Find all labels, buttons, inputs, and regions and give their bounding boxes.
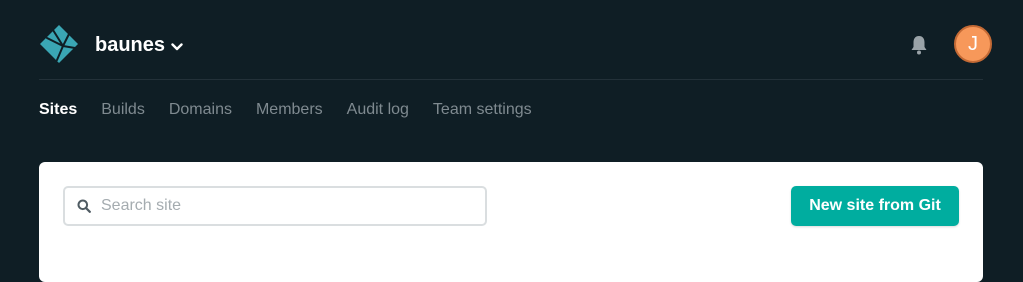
search-input[interactable] [99,196,463,216]
tab-sites[interactable]: Sites [39,101,77,119]
netlify-logo-icon[interactable] [39,24,79,64]
search-icon [77,199,91,213]
avatar[interactable]: J [954,25,992,63]
search-box [63,186,487,226]
sites-card: New site from Git [39,162,983,282]
team-switcher[interactable]: baunes [95,32,183,58]
tab-audit-log[interactable]: Audit log [347,101,409,119]
top-bar: baunes J [0,0,1023,80]
team-nav: Sites Builds Domains Members Audit log T… [39,101,532,119]
tab-team-settings[interactable]: Team settings [433,101,532,119]
tab-members[interactable]: Members [256,101,323,119]
tab-domains[interactable]: Domains [169,101,232,119]
header-divider [39,79,983,80]
team-name: baunes [95,33,166,56]
tab-builds[interactable]: Builds [101,101,145,119]
chevron-down-icon [171,42,183,50]
bell-icon[interactable] [909,34,929,56]
avatar-initial: J [968,32,978,55]
new-site-from-git-button[interactable]: New site from Git [791,186,959,226]
